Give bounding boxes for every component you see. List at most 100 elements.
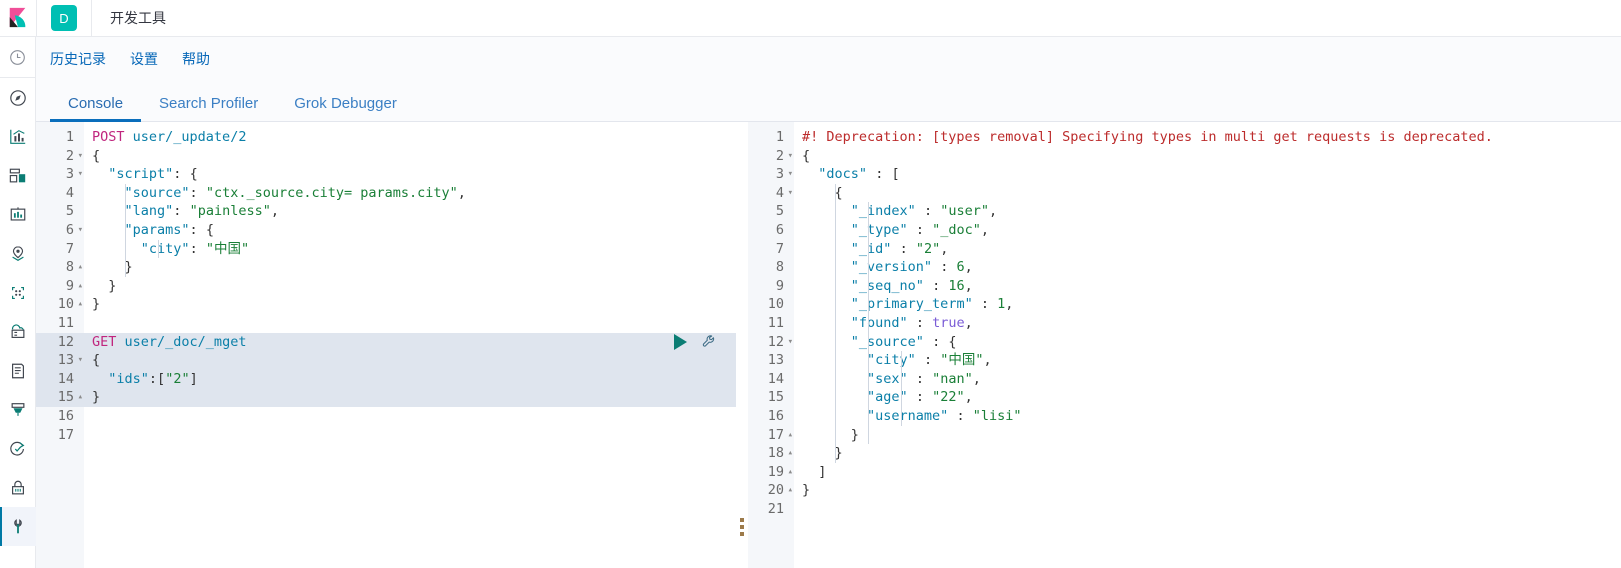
code-line: "lang": "painless", (124, 203, 279, 220)
request-gutter: 1 2 ▾ 3 ▾ 4 5 6 ▾ 7 8 ▴ 9 ▴ 10 ▴ 11 12 13 ▾ 14 15 ▴ 16 17 (36, 122, 84, 568)
request-actions (674, 334, 718, 351)
line-number: 9 ▴ (65, 277, 83, 296)
fold-marker[interactable]: ▾ (788, 184, 793, 203)
fold-marker[interactable]: ▴ (78, 295, 83, 314)
response-viewer[interactable]: #! Deprecation: [types removal] Specifyi… (794, 122, 1621, 568)
sidebar-item-dashboard[interactable] (0, 156, 36, 195)
indent-guide (158, 239, 159, 259)
fold-marker[interactable]: ▴ (788, 426, 793, 445)
code-line: } (124, 259, 133, 276)
response-gutter: 1 2 ▾ 3 ▾ 4 ▾ 5 6 7 8 9 10 11 12 ▾ 13 14 15 16 17 ▴ 18 ▴ 19 ▴ 20 ▴ 2… (748, 122, 794, 568)
menu-item-help[interactable]: 帮助 (182, 49, 210, 69)
infrastructure-icon (11, 323, 24, 338)
line-number: 18 ▴ (767, 444, 793, 463)
line-number: 7 (775, 240, 784, 257)
code-line: "city": "中国" (140, 240, 250, 257)
line-number: 4 (65, 184, 74, 201)
line-number: 3 ▾ (775, 165, 793, 184)
line-number: 11 (57, 314, 74, 331)
pane-resizer[interactable] (736, 122, 748, 568)
line-number: 2 ▾ (65, 147, 83, 166)
code-line: "city" : "中国", (867, 352, 992, 369)
code-line: "sex" : "nan", (867, 370, 981, 387)
fold-marker[interactable]: ▴ (78, 258, 83, 277)
code-line: "script": { (108, 166, 198, 183)
tab-search-profiler[interactable]: Search Profiler (141, 95, 276, 121)
code-line: { (84, 351, 736, 370)
line-number: 17 (57, 426, 74, 443)
fold-marker[interactable]: ▴ (788, 463, 793, 482)
sidebar-item-uptime[interactable] (0, 429, 36, 468)
code-line: { (834, 184, 843, 201)
line-number: 9 (775, 277, 784, 294)
line-number: 7 (65, 240, 74, 257)
sidebar-item-visualize[interactable] (0, 117, 36, 156)
line-number: 21 (767, 500, 784, 517)
sidebar-nav (0, 37, 36, 568)
code-line: "ids":["2"] (84, 369, 736, 389)
fold-marker[interactable]: ▾ (78, 165, 83, 184)
code-line: "docs" : [ (818, 166, 900, 183)
fold-marker[interactable]: ▾ (78, 147, 83, 166)
sidebar-item-dev-tools[interactable] (0, 507, 36, 546)
line-number: 8 ▴ (65, 258, 83, 277)
fold-marker[interactable]: ▾ (788, 333, 793, 352)
request-editor[interactable]: POST user/_update/2 { "script": { "source… (84, 122, 736, 568)
fold-marker[interactable]: ▾ (788, 165, 793, 184)
compass-icon (9, 89, 26, 106)
top-header: D 开发工具 (0, 0, 1621, 37)
code-line: "_index" : "user", (850, 203, 998, 220)
code-line: "_version" : 6, (850, 259, 973, 276)
fold-marker[interactable]: ▴ (78, 277, 83, 296)
code-line: { (802, 147, 811, 164)
line-number: 16 (767, 407, 784, 424)
line-number: 10 ▴ (57, 295, 83, 314)
clock-icon (10, 49, 25, 65)
line-number: 2 ▾ (775, 147, 793, 166)
dashboard-icon (9, 168, 25, 182)
sidebar-item-machine-learning[interactable] (0, 273, 36, 312)
wrench-icon[interactable] (701, 334, 718, 351)
tab-grok-debugger[interactable]: Grok Debugger (276, 95, 415, 121)
sidebar-item-discover[interactable] (0, 78, 36, 117)
sidebar-item-recently-viewed[interactable] (0, 37, 36, 77)
app-badge: D (51, 5, 77, 31)
code-line: "params": { (124, 221, 214, 238)
code-line: "found" : true, (850, 314, 973, 331)
sidebar-item-apm[interactable] (0, 390, 36, 429)
body-row: 历史记录 设置 帮助 Console Search Profiler Grok … (0, 37, 1621, 568)
menu-item-settings[interactable]: 设置 (130, 49, 158, 69)
main-content: 历史记录 设置 帮助 Console Search Profiler Grok … (36, 37, 1621, 568)
code-line: } (834, 445, 843, 462)
app-badge-container: D (37, 0, 92, 36)
line-number: 15 (767, 389, 784, 406)
indent-guide (901, 351, 902, 426)
send-request-button[interactable] (674, 334, 687, 351)
line-number: 6 (775, 221, 784, 238)
page-title: 开发工具 (110, 10, 166, 26)
sidebar-item-logs[interactable] (0, 351, 36, 390)
response-pane: 1 2 ▾ 3 ▾ 4 ▾ 5 6 7 8 9 10 11 12 ▾ 13 14 15 16 17 ▴ 18 ▴ 19 ▴ 20 ▴ 2… (748, 122, 1621, 568)
line-number: 1 (65, 129, 74, 145)
sidebar-item-canvas[interactable] (0, 195, 36, 234)
fold-marker[interactable]: ▾ (78, 351, 83, 370)
fold-marker[interactable]: ▴ (788, 444, 793, 463)
sidebar-item-maps[interactable] (0, 234, 36, 273)
fold-marker[interactable]: ▾ (78, 221, 83, 240)
wrench-icon (13, 518, 22, 533)
fold-marker[interactable]: ▾ (788, 147, 793, 166)
sidebar-item-siem[interactable] (0, 468, 36, 507)
menu-item-history[interactable]: 历史记录 (50, 49, 106, 69)
fold-marker[interactable]: ▴ (78, 388, 83, 407)
kibana-logo-button[interactable] (0, 0, 37, 36)
line-number: 6 ▾ (65, 221, 83, 240)
line-number: 5 (775, 203, 784, 220)
fold-marker[interactable]: ▴ (788, 481, 793, 500)
tab-console[interactable]: Console (50, 95, 142, 122)
sidebar-item-infrastructure[interactable] (0, 312, 36, 351)
bar-chart-icon (9, 129, 25, 144)
